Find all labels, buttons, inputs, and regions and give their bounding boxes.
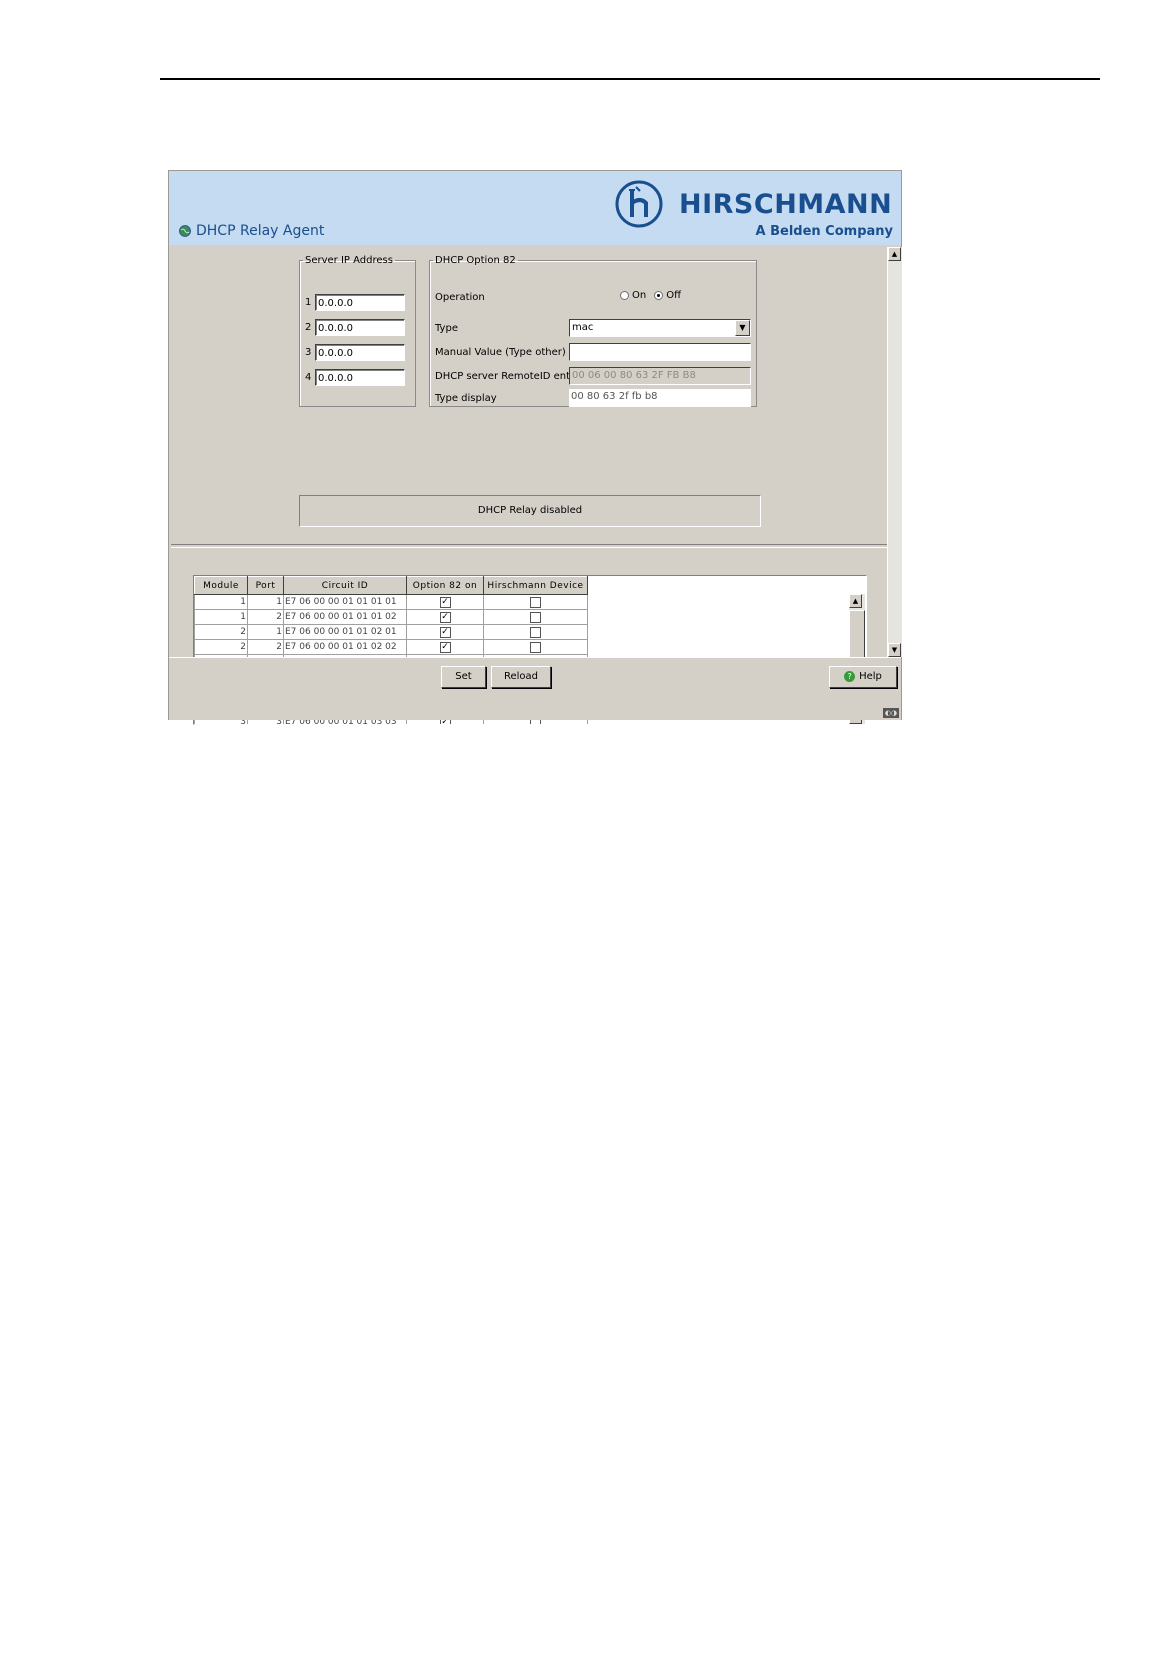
cell-circuit-id[interactable]: E7 06 00 00 01 01 02 02 [283, 639, 407, 655]
cell-module: 2 [194, 624, 248, 640]
option82-checkbox[interactable]: ✓ [439, 596, 451, 608]
operation-radio-group: On Off [620, 290, 689, 301]
page-title: DHCP Relay Agent [179, 223, 324, 239]
hirschmann-device-checkbox[interactable] [530, 611, 541, 623]
server-ip-input-3[interactable]: 0.0.0.0 [315, 344, 405, 361]
type-display-label: Type display [435, 393, 497, 404]
server-ip-legend: Server IP Address [305, 255, 393, 266]
operation-on-label: On [632, 290, 647, 301]
cell-module: 2 [194, 639, 248, 655]
reload-button[interactable]: Reload [491, 666, 551, 688]
cell-option82: ✓ [406, 594, 484, 610]
server-ip-input-2[interactable]: 0.0.0.0 [315, 319, 405, 336]
server-ip-input-1[interactable]: 0.0.0.0 [315, 294, 405, 311]
cell-hirschmann-device [483, 609, 588, 625]
cell-hirschmann-device [483, 594, 588, 610]
hirschmann-logo-icon [615, 180, 663, 228]
server-ip-row-3: 3 0.0.0.0 [305, 344, 405, 361]
table-header-row: Module Port Circuit ID Option 82 on Hirs… [194, 576, 588, 595]
globe-icon [179, 225, 191, 237]
help-icon: ? [844, 670, 856, 682]
main-content: Server IP Address 1 0.0.0.0 2 0.0.0.0 3 … [171, 247, 887, 725]
cell-option82: ✓ [406, 609, 484, 625]
type-select-value: mac [572, 322, 594, 333]
operation-on-radio[interactable]: On [620, 290, 646, 301]
type-display-field: 00 80 63 2f fb b8 [569, 389, 751, 407]
operation-off-radio[interactable]: Off [654, 290, 681, 301]
cell-port: 1 [247, 624, 284, 640]
help-button[interactable]: ? Help [829, 666, 897, 688]
option82-checkbox[interactable]: ✓ [439, 626, 451, 638]
cell-port: 1 [247, 594, 284, 610]
dhcp-option82-group: DHCP Option 82 Operation On Off Type mac… [429, 255, 757, 407]
radio-off-circle-icon [654, 291, 664, 300]
help-button-label: Help [859, 671, 882, 682]
remote-id-label: DHCP server RemoteID entry [435, 371, 581, 382]
hirschmann-device-checkbox[interactable] [530, 641, 541, 653]
cell-port: 2 [247, 609, 284, 625]
brand-name: HIRSCHMANN [679, 189, 893, 220]
brand-tagline: A Belden Company [755, 224, 894, 239]
cell-circuit-id[interactable]: E7 06 00 00 01 01 01 01 [283, 594, 407, 610]
page-top-rule [160, 78, 1100, 80]
footer-toolbar: Set Reload ? Help ◐◑ [169, 657, 901, 720]
table-row[interactable]: 2 2 E7 06 00 00 01 01 02 02 ✓ [194, 639, 588, 655]
server-ip-number: 4 [305, 372, 312, 383]
status-message: DHCP Relay disabled [299, 495, 761, 527]
server-ip-row-4: 4 0.0.0.0 [305, 369, 405, 386]
type-select[interactable]: mac ▼ [569, 319, 751, 337]
server-ip-number: 2 [305, 322, 312, 333]
cell-hirschmann-device [483, 639, 588, 655]
operation-off-label: Off [666, 290, 681, 301]
remote-id-field: 00 06 00 80 63 2F FB B8 [569, 367, 751, 385]
page-scrollbar[interactable]: ▲ ▼ [887, 247, 902, 657]
server-ip-input-4[interactable]: 0.0.0.0 [315, 369, 405, 386]
option82-checkbox[interactable]: ✓ [439, 611, 451, 623]
operation-label: Operation [435, 292, 485, 303]
cell-module: 1 [194, 594, 248, 610]
column-header-hirschmann-device[interactable]: Hirschmann Device [483, 576, 588, 595]
chevron-down-icon[interactable]: ▼ [735, 320, 750, 336]
hirschmann-device-checkbox[interactable] [530, 596, 541, 608]
radio-on-circle-icon [620, 291, 629, 300]
status-corner-icon: ◐◑ [883, 708, 899, 718]
page-scroll-down-icon[interactable]: ▼ [888, 643, 901, 657]
table-row[interactable]: 1 2 E7 06 00 00 01 01 01 02 ✓ [194, 609, 588, 625]
cell-hirschmann-device [483, 624, 588, 640]
column-header-port[interactable]: Port [247, 576, 284, 595]
table-row[interactable]: 2 1 E7 06 00 00 01 01 02 01 ✓ [194, 624, 588, 640]
column-header-circuit-id[interactable]: Circuit ID [283, 576, 407, 595]
app-window: DHCP Relay Agent HIRSCHMANN A Belden Com… [168, 170, 902, 725]
server-ip-group: Server IP Address 1 0.0.0.0 2 0.0.0.0 3 … [299, 255, 416, 407]
column-header-module[interactable]: Module [194, 576, 248, 595]
type-label: Type [435, 323, 458, 334]
cell-option82: ✓ [406, 639, 484, 655]
cell-option82: ✓ [406, 624, 484, 640]
manual-value-label: Manual Value (Type other) [435, 347, 566, 358]
column-header-option82[interactable]: Option 82 on [406, 576, 484, 595]
option82-checkbox[interactable]: ✓ [439, 641, 451, 653]
cell-module: 1 [194, 609, 248, 625]
cell-circuit-id[interactable]: E7 06 00 00 01 01 02 01 [283, 624, 407, 640]
server-ip-row-1: 1 0.0.0.0 [305, 294, 405, 311]
cell-circuit-id[interactable]: E7 06 00 00 01 01 01 02 [283, 609, 407, 625]
page-scroll-up-icon[interactable]: ▲ [888, 247, 901, 261]
set-button[interactable]: Set [441, 666, 486, 688]
hirschmann-device-checkbox[interactable] [530, 626, 541, 638]
manual-value-input[interactable] [569, 343, 751, 361]
server-ip-number: 1 [305, 297, 312, 308]
table-row[interactable]: 1 1 E7 06 00 00 01 01 01 01 ✓ [194, 594, 588, 610]
header-banner: DHCP Relay Agent HIRSCHMANN A Belden Com… [169, 171, 901, 245]
option82-legend: DHCP Option 82 [435, 255, 516, 266]
page-title-text: DHCP Relay Agent [196, 223, 325, 239]
section-divider [171, 544, 887, 548]
cell-port: 2 [247, 639, 284, 655]
server-ip-number: 3 [305, 347, 312, 358]
server-ip-row-2: 2 0.0.0.0 [305, 319, 405, 336]
scroll-up-icon[interactable]: ▲ [849, 594, 862, 608]
